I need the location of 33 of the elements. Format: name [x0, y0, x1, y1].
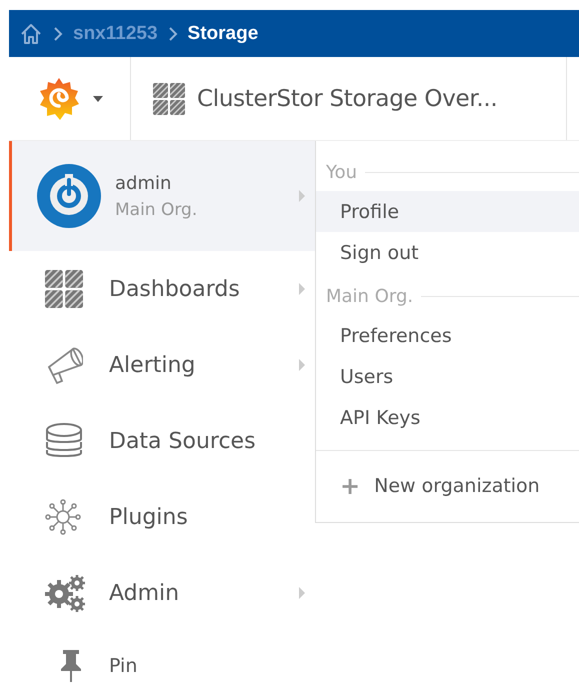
nav-item[interactable]: Dashboards — [9, 251, 315, 327]
plugins-icon — [45, 499, 81, 535]
menu-item[interactable]: API Keys — [316, 397, 579, 438]
database-icon — [45, 422, 83, 460]
org-name: Main Org. — [115, 200, 198, 220]
nav-item[interactable]: Plugins — [9, 479, 315, 555]
breadcrumb-link[interactable]: Storage — [188, 22, 258, 44]
home-icon[interactable] — [19, 22, 43, 46]
menu-item[interactable]: Profile — [316, 191, 579, 232]
chevron-icon — [53, 26, 63, 42]
caret-icon[interactable] — [92, 96, 102, 102]
section-header: You — [326, 162, 358, 182]
new-organization-item[interactable]: + New organization — [316, 465, 579, 506]
pin-icon — [59, 650, 83, 682]
nav-item[interactable]: Alerting — [9, 327, 315, 403]
menu-item-label: New organization — [374, 474, 540, 496]
user-name: admin — [115, 172, 172, 194]
nav-item[interactable]: Admin — [9, 555, 315, 631]
avatar-icon — [37, 164, 101, 228]
menu-item[interactable]: Users — [316, 356, 579, 397]
gears-icon — [45, 574, 87, 612]
dashboard-title[interactable]: ClusterStor Storage Over... — [197, 86, 498, 112]
nav-item[interactable]: Data Sources — [9, 403, 315, 479]
plus-icon: + — [340, 472, 360, 500]
nav-item[interactable]: Pin — [9, 631, 315, 698]
chevron-icon — [168, 26, 178, 42]
megaphone-icon — [45, 345, 83, 385]
menu-item[interactable]: Sign out — [316, 232, 579, 273]
section-header: Main Org. — [326, 286, 414, 306]
user-menu-item[interactable]: admin Main Org. — [9, 141, 315, 251]
grid-icon — [153, 82, 185, 114]
grid-icon — [45, 270, 83, 308]
menu-item[interactable]: Preferences — [316, 315, 579, 356]
